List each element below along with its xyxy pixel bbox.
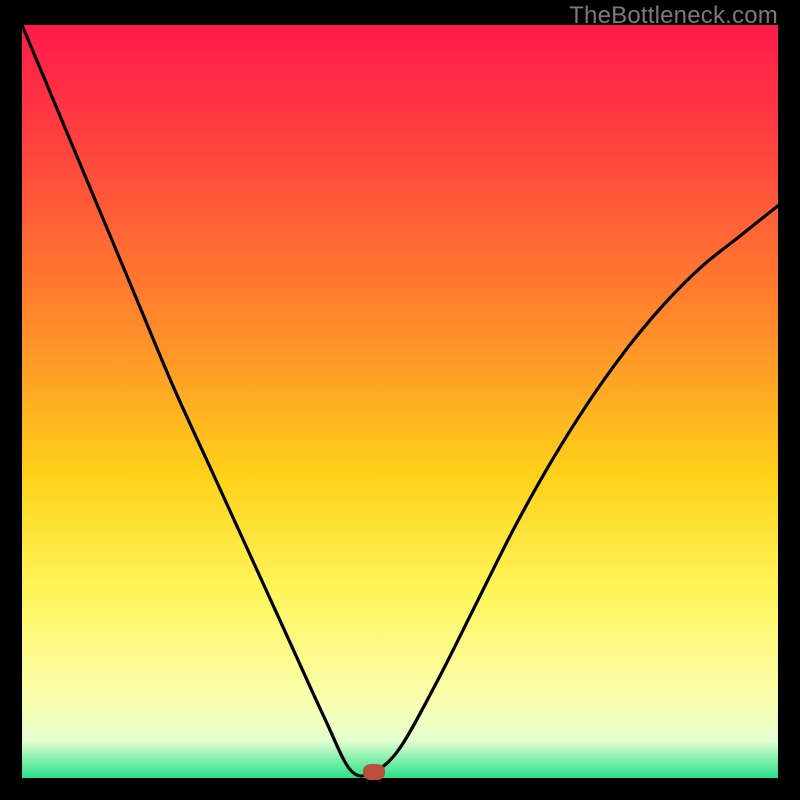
plot-area: [22, 25, 778, 778]
bottleneck-curve: [22, 25, 778, 778]
chart-frame: TheBottleneck.com: [0, 0, 800, 800]
optimal-point-marker: [363, 764, 385, 780]
watermark-text: TheBottleneck.com: [569, 2, 778, 30]
